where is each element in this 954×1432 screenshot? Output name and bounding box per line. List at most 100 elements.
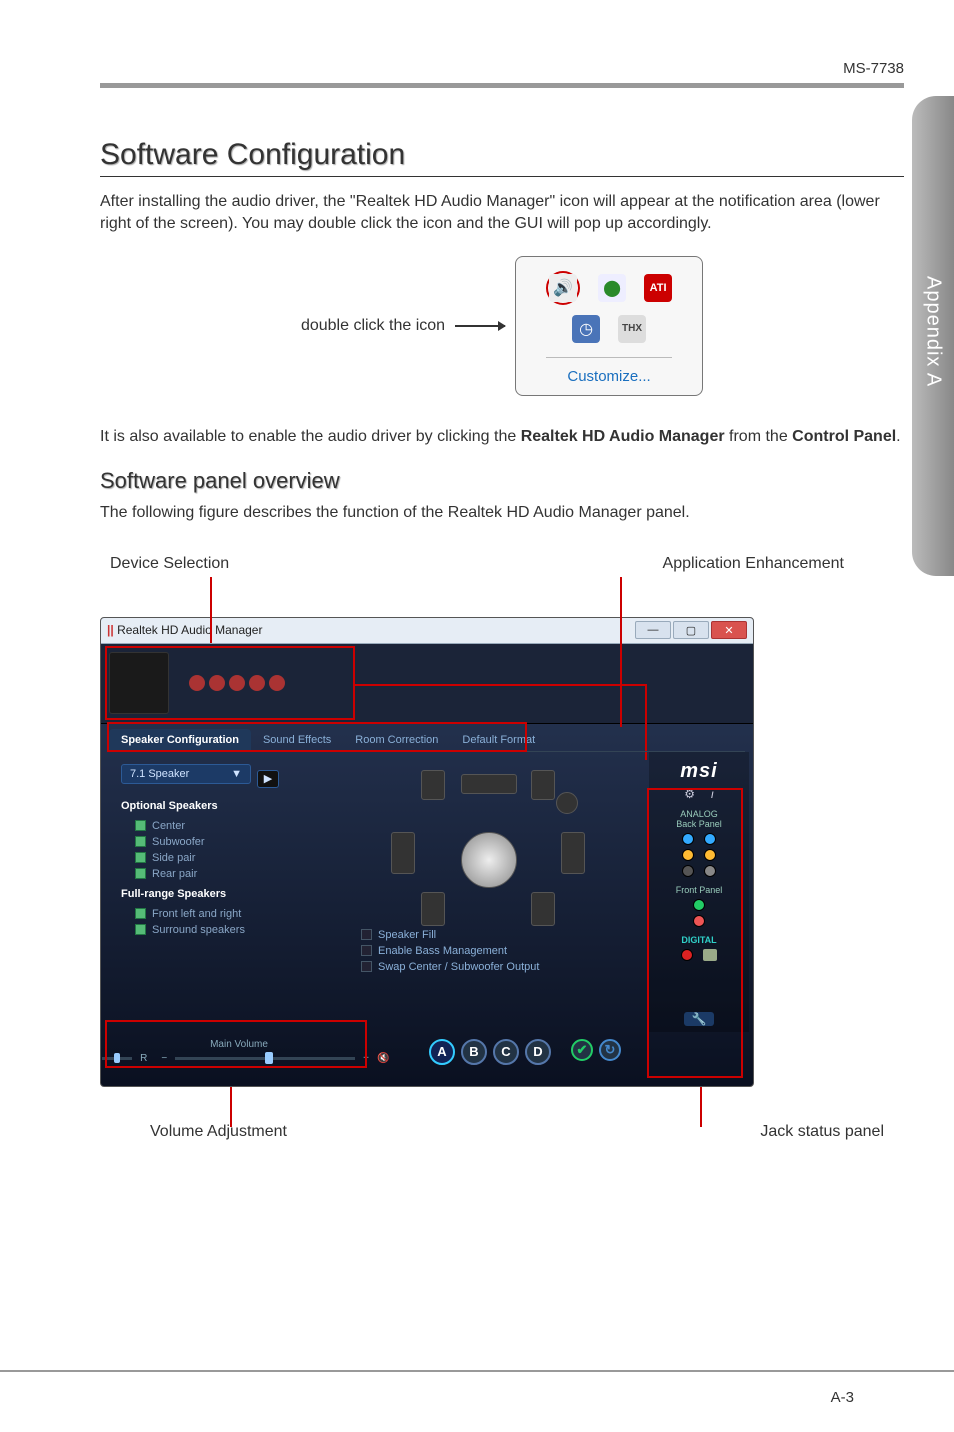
opt-rear-pair[interactable]: Rear pair bbox=[121, 866, 341, 882]
check-icon bbox=[135, 908, 146, 919]
header-model-code: MS-7738 bbox=[100, 60, 904, 77]
apply-icon[interactable]: ✔ bbox=[571, 1039, 593, 1061]
spk-side-right[interactable] bbox=[561, 832, 585, 874]
spk-front-left[interactable] bbox=[421, 770, 445, 800]
spk-side-left[interactable] bbox=[391, 832, 415, 874]
play-test-button[interactable]: ▶ bbox=[257, 770, 279, 788]
jack-blue2[interactable] bbox=[704, 833, 716, 845]
full-front-label: Front left and right bbox=[152, 908, 241, 920]
opt-subwoofer-label: Subwoofer bbox=[152, 836, 205, 848]
mute-icon[interactable]: 🔇 bbox=[377, 1053, 389, 1064]
full-front[interactable]: Front left and right bbox=[121, 906, 341, 922]
opt-rear-label: Rear pair bbox=[152, 868, 197, 880]
checkbox-icon bbox=[361, 961, 372, 972]
page-number: A-3 bbox=[831, 1389, 854, 1406]
spk-center[interactable] bbox=[461, 774, 517, 794]
chk-swap-center[interactable]: Swap Center / Subwoofer Output bbox=[361, 959, 539, 975]
jack-spdif[interactable] bbox=[681, 949, 693, 961]
tab-room-correction[interactable]: Room Correction bbox=[343, 729, 450, 751]
enable-end: . bbox=[896, 428, 900, 445]
balance-r: R bbox=[140, 1053, 147, 1064]
enable-bold2: Control Panel bbox=[792, 428, 896, 445]
thx-tray-icon[interactable]: THX bbox=[618, 315, 646, 343]
active-device-icon[interactable] bbox=[109, 652, 169, 714]
app-callout-extend bbox=[620, 577, 622, 727]
device-strip bbox=[101, 644, 753, 724]
audio-manager-panel: || Realtek HD Audio Manager — ▢ ✕ bbox=[100, 617, 754, 1087]
customize-link[interactable]: Customize... bbox=[567, 364, 650, 387]
gear-icon[interactable]: ⚙ bbox=[684, 787, 695, 801]
callout-jack-status: Jack status panel bbox=[760, 1123, 884, 1141]
popup-divider bbox=[546, 357, 672, 358]
spk-sub[interactable] bbox=[556, 792, 578, 814]
ati-tray-icon[interactable]: ATI bbox=[644, 274, 672, 302]
digital-label: DIGITAL bbox=[657, 935, 741, 945]
jack-orange2[interactable] bbox=[704, 849, 716, 861]
jack-orange[interactable] bbox=[682, 849, 694, 861]
chevron-down-icon: ▼ bbox=[231, 768, 242, 780]
jack-blue[interactable] bbox=[682, 833, 694, 845]
opt-center[interactable]: Center bbox=[121, 818, 341, 834]
badge-a[interactable]: A bbox=[429, 1039, 455, 1065]
jack-grey[interactable] bbox=[704, 865, 716, 877]
badge-c[interactable]: C bbox=[493, 1039, 519, 1065]
jack-black[interactable] bbox=[682, 865, 694, 877]
brand-logo: msi bbox=[657, 760, 741, 783]
device-callout-extend bbox=[210, 577, 212, 643]
jack-pink[interactable] bbox=[693, 915, 705, 927]
tray-icon-4[interactable]: ◷ bbox=[572, 315, 600, 343]
tray-icon-2[interactable]: ⬤ bbox=[598, 274, 626, 302]
jack-optical[interactable] bbox=[703, 949, 717, 961]
arrow-line bbox=[455, 325, 505, 327]
enable-mid: from the bbox=[725, 428, 793, 445]
volume-slider[interactable] bbox=[175, 1057, 355, 1060]
chk-swap-label: Swap Center / Subwoofer Output bbox=[378, 961, 539, 973]
side-tab: Appendix A bbox=[912, 96, 954, 576]
enable-paragraph: It is also available to enable the audio… bbox=[100, 426, 904, 448]
overview-paragraph: The following figure describes the funct… bbox=[100, 502, 904, 524]
audio-tray-icon[interactable]: 🔊 bbox=[546, 271, 580, 305]
side-tab-label: Appendix A bbox=[922, 276, 945, 387]
info-icon[interactable]: i bbox=[711, 787, 714, 801]
callout-device-selection: Device Selection bbox=[110, 555, 229, 573]
jack-green[interactable] bbox=[693, 899, 705, 911]
page-h1: Software Configuration bbox=[100, 138, 904, 177]
window-minimize-button[interactable]: — bbox=[635, 621, 671, 639]
spk-rear-right[interactable] bbox=[531, 892, 555, 926]
speaker-mode-value: 7.1 Speaker bbox=[130, 768, 189, 780]
optional-speakers-header: Optional Speakers bbox=[121, 800, 341, 812]
spk-front-right[interactable] bbox=[531, 770, 555, 800]
full-surround[interactable]: Surround speakers bbox=[121, 922, 341, 938]
chk-bass-mgmt[interactable]: Enable Bass Management bbox=[361, 943, 539, 959]
opt-center-label: Center bbox=[152, 820, 185, 832]
tab-default-format[interactable]: Default Format bbox=[450, 729, 547, 751]
badge-d[interactable]: D bbox=[525, 1039, 551, 1065]
speaker-mode-select[interactable]: 7.1 Speaker ▼ bbox=[121, 764, 251, 784]
check-icon bbox=[135, 836, 146, 847]
tab-sound-effects[interactable]: Sound Effects bbox=[251, 729, 343, 751]
chk-speaker-fill[interactable]: Speaker Fill bbox=[361, 927, 539, 943]
spk-rear-left[interactable] bbox=[421, 892, 445, 926]
analog-label: ANALOG bbox=[657, 809, 741, 819]
opt-side-label: Side pair bbox=[152, 852, 195, 864]
badge-b[interactable]: B bbox=[461, 1039, 487, 1065]
volume-area: Main Volume L R − + 🔇 bbox=[109, 1031, 369, 1073]
refresh-icon[interactable]: ↻ bbox=[599, 1039, 621, 1061]
tab-speaker-configuration[interactable]: Speaker Configuration bbox=[109, 729, 251, 751]
callout-volume-adjustment: Volume Adjustment bbox=[150, 1123, 287, 1141]
header-divider bbox=[100, 83, 904, 88]
badge-row: A B C D ✔ ↻ bbox=[429, 1039, 621, 1065]
tab-row: Speaker Configuration Sound Effects Room… bbox=[109, 724, 745, 752]
check-icon bbox=[135, 820, 146, 831]
checkbox-icon bbox=[361, 945, 372, 956]
tray-icon-figure: double click the icon 🔊 ⬤ ATI ◷ THX Cust… bbox=[100, 256, 904, 396]
jack-status-panel: msi ⚙ i ANALOG Back Panel Front Panel DI… bbox=[649, 752, 749, 1032]
opt-subwoofer[interactable]: Subwoofer bbox=[121, 834, 341, 850]
tray-popup: 🔊 ⬤ ATI ◷ THX Customize... bbox=[515, 256, 703, 396]
window-close-button[interactable]: ✕ bbox=[711, 621, 747, 639]
window-maximize-button[interactable]: ▢ bbox=[673, 621, 709, 639]
front-panel-label: Front Panel bbox=[657, 885, 741, 895]
enable-bold1: Realtek HD Audio Manager bbox=[521, 428, 725, 445]
opt-side-pair[interactable]: Side pair bbox=[121, 850, 341, 866]
callout-application-enhancement: Application Enhancement bbox=[663, 555, 844, 573]
